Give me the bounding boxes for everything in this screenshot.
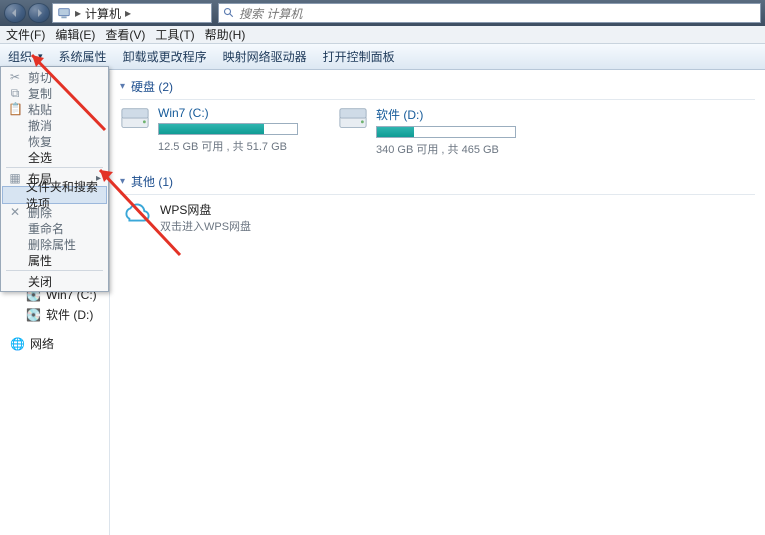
menu-edit[interactable]: 编辑(E) [55, 26, 95, 43]
nav-back-button[interactable] [4, 3, 26, 23]
toolbar-control-panel[interactable]: 打开控制面板 [323, 48, 395, 65]
menu-view[interactable]: 查看(V) [105, 26, 145, 43]
toolbar-organize-label: 组织 [8, 48, 32, 65]
search-icon [223, 7, 235, 19]
menu-file[interactable]: 文件(F) [6, 26, 45, 43]
toolbar: 组织 ▾ 系统属性 卸载或更改程序 映射网络驱动器 打开控制面板 ✂剪切 ⧉复制… [0, 44, 765, 70]
cloud-icon [120, 201, 150, 227]
drive-d-name: 软件 (D:) [376, 106, 516, 123]
menu-remove-props[interactable]: 删除属性 [2, 236, 107, 252]
copy-icon: ⧉ [8, 86, 22, 101]
toolbar-uninstall[interactable]: 卸载或更改程序 [123, 48, 207, 65]
wps-cloud-item[interactable]: WPS网盘 双击进入WPS网盘 [120, 201, 755, 234]
content-area: 🎵 音乐 计算机 💽 Win7 (C:) 💽 软件 (D:) 🌐 网络 ▾ 硬盘… [0, 70, 765, 535]
toolbar-organize[interactable]: 组织 ▾ [8, 48, 43, 65]
drives-list: Win7 (C:) 12.5 GB 可用 , 共 51.7 GB 软件 (D:)… [120, 106, 755, 157]
window-nav: ▸ 计算机 ▸ 搜索 计算机 [0, 0, 765, 26]
drive-c-bar [158, 123, 298, 135]
breadcrumb[interactable]: ▸ 计算机 ▸ [52, 3, 212, 23]
nav-forward-button[interactable] [28, 3, 50, 23]
toolbar-map-drive[interactable]: 映射网络驱动器 [223, 48, 307, 65]
organize-menu: ✂剪切 ⧉复制 📋粘贴 撤消 恢复 全选 ▦布局 文件夹和搜索选项 ✕删除 重命… [0, 66, 109, 292]
delete-icon: ✕ [8, 205, 22, 219]
drive-c-stats: 12.5 GB 可用 , 共 51.7 GB [158, 138, 298, 154]
chevron-down-icon: ▾ [38, 51, 43, 62]
menu-properties[interactable]: 属性 [2, 252, 107, 268]
search-placeholder: 搜索 计算机 [239, 5, 302, 22]
drive-d-fill [377, 127, 414, 137]
section-drives-header[interactable]: ▾ 硬盘 (2) [120, 76, 755, 100]
collapse-icon: ▾ [120, 81, 125, 92]
network-icon: 🌐 [10, 337, 24, 351]
toolbar-system-properties[interactable]: 系统属性 [59, 48, 107, 65]
drive-c[interactable]: Win7 (C:) 12.5 GB 可用 , 共 51.7 GB [120, 106, 298, 157]
section-other-header[interactable]: ▾ 其他 (1) [120, 171, 755, 195]
breadcrumb-sep2: ▸ [125, 6, 131, 20]
sidebar-drive-d[interactable]: 💽 软件 (D:) [0, 304, 109, 325]
breadcrumb-sep: ▸ [75, 6, 81, 20]
paste-icon: 📋 [8, 102, 22, 116]
menu-cut[interactable]: ✂剪切 [2, 69, 107, 85]
menu-close[interactable]: 关闭 [2, 273, 107, 289]
menu-undo[interactable]: 撤消 [2, 117, 107, 133]
collapse-icon: ▾ [120, 176, 125, 187]
menu-tools[interactable]: 工具(T) [155, 26, 194, 43]
hdd-icon [120, 106, 150, 132]
drive-d-stats: 340 GB 可用 , 共 465 GB [376, 141, 516, 157]
drive-d-bar [376, 126, 516, 138]
breadcrumb-label: 计算机 [85, 5, 121, 22]
drive-c-name: Win7 (C:) [158, 106, 298, 120]
computer-icon [57, 6, 71, 20]
cloud-name: WPS网盘 [160, 201, 251, 218]
sidebar-network[interactable]: 🌐 网络 [0, 333, 109, 354]
menu-select-all[interactable]: 全选 [2, 149, 107, 165]
menu-paste[interactable]: 📋粘贴 [2, 101, 107, 117]
menu-bar: 文件(F) 编辑(E) 查看(V) 工具(T) 帮助(H) [0, 26, 765, 44]
drive-c-fill [159, 124, 264, 134]
menu-copy[interactable]: ⧉复制 [2, 85, 107, 101]
cut-icon: ✂ [8, 70, 22, 84]
menu-rename[interactable]: 重命名 [2, 220, 107, 236]
menu-redo[interactable]: 恢复 [2, 133, 107, 149]
main-pane: ▾ 硬盘 (2) Win7 (C:) 12.5 GB 可用 , 共 51.7 G… [110, 70, 765, 535]
search-input[interactable]: 搜索 计算机 [218, 3, 761, 23]
drive-icon: 💽 [26, 308, 40, 322]
drive-d[interactable]: 软件 (D:) 340 GB 可用 , 共 465 GB [338, 106, 516, 157]
cloud-subtitle: 双击进入WPS网盘 [160, 218, 251, 234]
layout-icon: ▦ [8, 171, 22, 185]
hdd-icon [338, 106, 368, 132]
menu-help[interactable]: 帮助(H) [205, 26, 246, 43]
menu-folder-search-options[interactable]: 文件夹和搜索选项 [2, 186, 107, 204]
